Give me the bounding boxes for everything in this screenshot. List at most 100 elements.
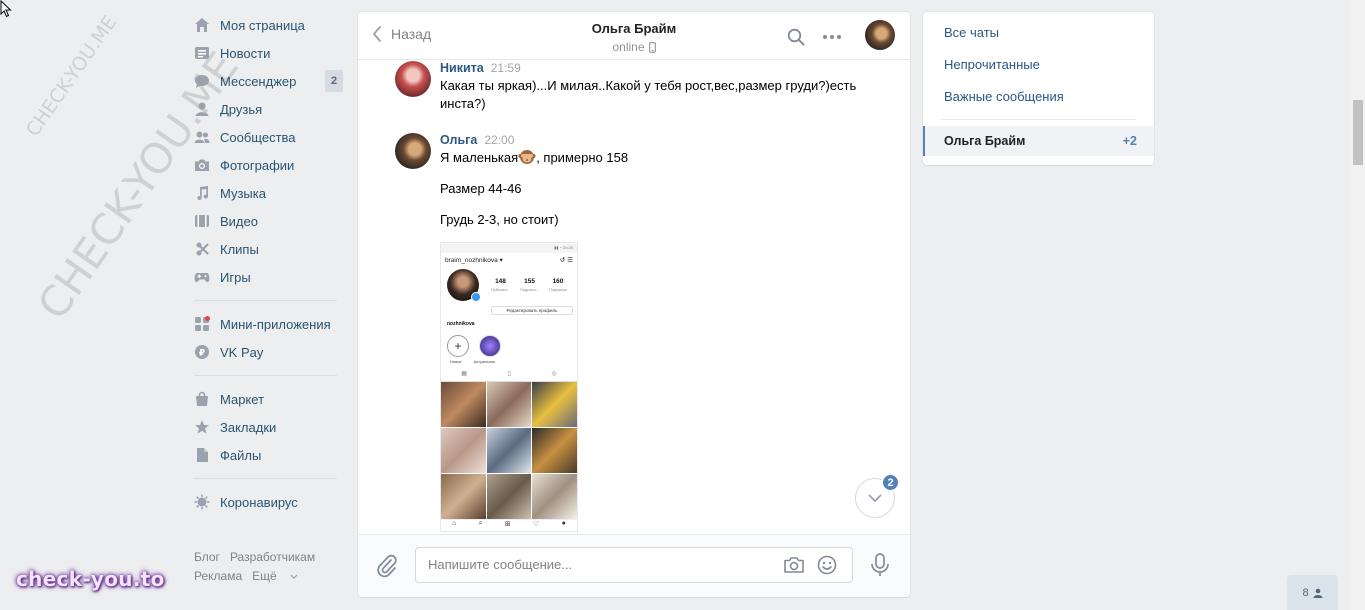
grid-thumb [532, 428, 577, 473]
active-chat-item[interactable]: Ольга Брайм +2 [923, 126, 1154, 156]
nav-vkpay[interactable]: ₽ VK Pay [190, 338, 345, 366]
nav-label: Игры [220, 269, 251, 285]
photo-profile-stats: 148 Публика... 155 Подписч... 160 Подписки [491, 278, 567, 292]
footer-blog-link[interactable]: Блог [194, 550, 220, 564]
attach-button[interactable] [376, 554, 398, 581]
nav-label: Файлы [220, 447, 262, 463]
message-header: Никита 21:59 [440, 61, 870, 75]
online-friends-button[interactable]: 8 [1287, 575, 1338, 610]
more-actions-button[interactable] [821, 26, 843, 48]
nav-files[interactable]: Файлы [190, 441, 345, 469]
stat-label: Публика... [491, 287, 510, 292]
message-item: Ольга 22:00 Я маленькая , примерно 158 Ра… [358, 133, 910, 532]
message-item: Никита 21:59 Какая ты яркая)...И милая..… [358, 61, 910, 113]
grid-thumb [532, 474, 577, 519]
message-time[interactable]: 22:00 [484, 133, 514, 147]
peer-avatar[interactable] [865, 20, 895, 50]
nav-label: Видео [220, 213, 258, 229]
active-chat-name: Ольга Брайм [944, 134, 1026, 148]
nav-messenger[interactable]: Мессенджер 2 [190, 67, 345, 95]
filter-all-chats[interactable]: Все чаты [923, 17, 1154, 49]
clips-icon [193, 240, 211, 258]
nav-friends[interactable]: Друзья [190, 95, 345, 123]
stat-value: 160 [552, 278, 564, 285]
nav-divider [194, 478, 337, 479]
nav-label: Фотографии [220, 157, 295, 173]
page-scrollbar[interactable] [1349, 0, 1365, 610]
panel-divider [941, 119, 1136, 120]
message-input-box [415, 547, 853, 583]
highlight-label: Новое [450, 359, 462, 364]
grid-thumb [532, 382, 577, 427]
message-text: Я маленькая , примерно 158 [440, 149, 870, 167]
photo-nick: nozhnikova [447, 321, 475, 327]
nav-clips[interactable]: Клипы [190, 235, 345, 263]
search-button[interactable] [785, 26, 807, 48]
scroll-to-bottom-button[interactable]: 2 [855, 473, 900, 518]
nav-my-page[interactable]: Моя страница [190, 11, 345, 39]
communities-icon [193, 128, 211, 146]
camera-icon [193, 156, 211, 174]
nav-coronavirus[interactable]: Коронавирус [190, 488, 345, 516]
author-avatar[interactable] [395, 133, 431, 169]
chat-panel: Назад Ольга Брайм online Никита 21:59 Ка… [358, 12, 910, 597]
message-history: Никита 21:59 Какая ты яркая)...И милая..… [358, 61, 910, 534]
music-icon [193, 184, 211, 202]
footer-more-label: Ещё [252, 569, 277, 583]
chat-filters-panel: Все чаты Непрочитанные Важные сообщения … [923, 12, 1154, 165]
nav-video[interactable]: Видео [190, 207, 345, 235]
nav-label: Музыка [220, 185, 266, 201]
video-icon [193, 212, 211, 230]
photo-attachment[interactable]: ▮▮ ◔ 20:20 braim_nozhnikova ▾ ↺ ☰ 148 Пуб… [440, 242, 578, 532]
nav-label: Коронавирус [220, 494, 298, 510]
filter-important[interactable]: Важные сообщения [923, 81, 1154, 113]
nav-divider [194, 300, 337, 301]
filter-unread[interactable]: Непрочитанные [923, 49, 1154, 81]
nav-label: VK Pay [220, 344, 264, 360]
microphone-icon [871, 553, 889, 576]
message-time[interactable]: 21:59 [491, 61, 521, 75]
search-icon [787, 28, 805, 46]
market-icon [193, 390, 211, 408]
nav-mini-apps[interactable]: Мини-приложения [190, 310, 345, 338]
active-chat-count: +2 [1122, 134, 1137, 148]
footer-more-link[interactable]: Ещё [252, 569, 298, 583]
message-text: Какая ты яркая)...И милая..Какой у тебя … [440, 78, 857, 111]
vkpay-icon: ₽ [193, 343, 211, 361]
grid-thumb [441, 428, 486, 473]
nav-music[interactable]: Музыка [190, 179, 345, 207]
chevron-down-icon [868, 494, 882, 502]
footer-ads-link[interactable]: Реклама [194, 569, 242, 583]
watermark-small: CHECK-YOU.ME [22, 11, 122, 141]
message-author[interactable]: Ольга [440, 133, 477, 147]
nav-label: Закладки [220, 419, 277, 435]
scrollbar-thumb[interactable] [1353, 100, 1363, 165]
footer-dev-link[interactable]: Разработчикам [230, 550, 315, 564]
voice-message-button[interactable] [869, 552, 891, 581]
emoji-button[interactable] [817, 555, 837, 578]
home-icon [193, 16, 211, 34]
nav-bookmarks[interactable]: Закладки [190, 413, 345, 441]
nav-market[interactable]: Маркет [190, 385, 345, 413]
tag-icon: ◎ [551, 371, 557, 377]
photo-grid [441, 382, 577, 519]
author-avatar[interactable] [395, 61, 431, 97]
nav-games[interactable]: Игры [190, 263, 345, 291]
message-author[interactable]: Никита [440, 61, 484, 75]
message-text-part: , примерно 158 [536, 150, 629, 165]
brand-watermark-logo: check-you.to [16, 567, 165, 591]
nav-news[interactable]: Новости [190, 39, 345, 67]
nav-label: Новости [220, 45, 271, 61]
files-icon [193, 446, 211, 464]
photo-username: braim_nozhnikova ▾ [445, 257, 503, 264]
photo-highlights: + [441, 327, 577, 357]
camera-button[interactable] [783, 555, 805, 578]
nav-communities[interactable]: Сообщества [190, 123, 345, 151]
nav-photos[interactable]: Фотографии [190, 151, 345, 179]
news-icon [193, 44, 211, 62]
plus-icon: + [447, 335, 469, 357]
grid-thumb [486, 428, 532, 473]
smile-icon [817, 555, 837, 575]
games-icon [193, 268, 211, 286]
message-input[interactable] [428, 557, 768, 572]
